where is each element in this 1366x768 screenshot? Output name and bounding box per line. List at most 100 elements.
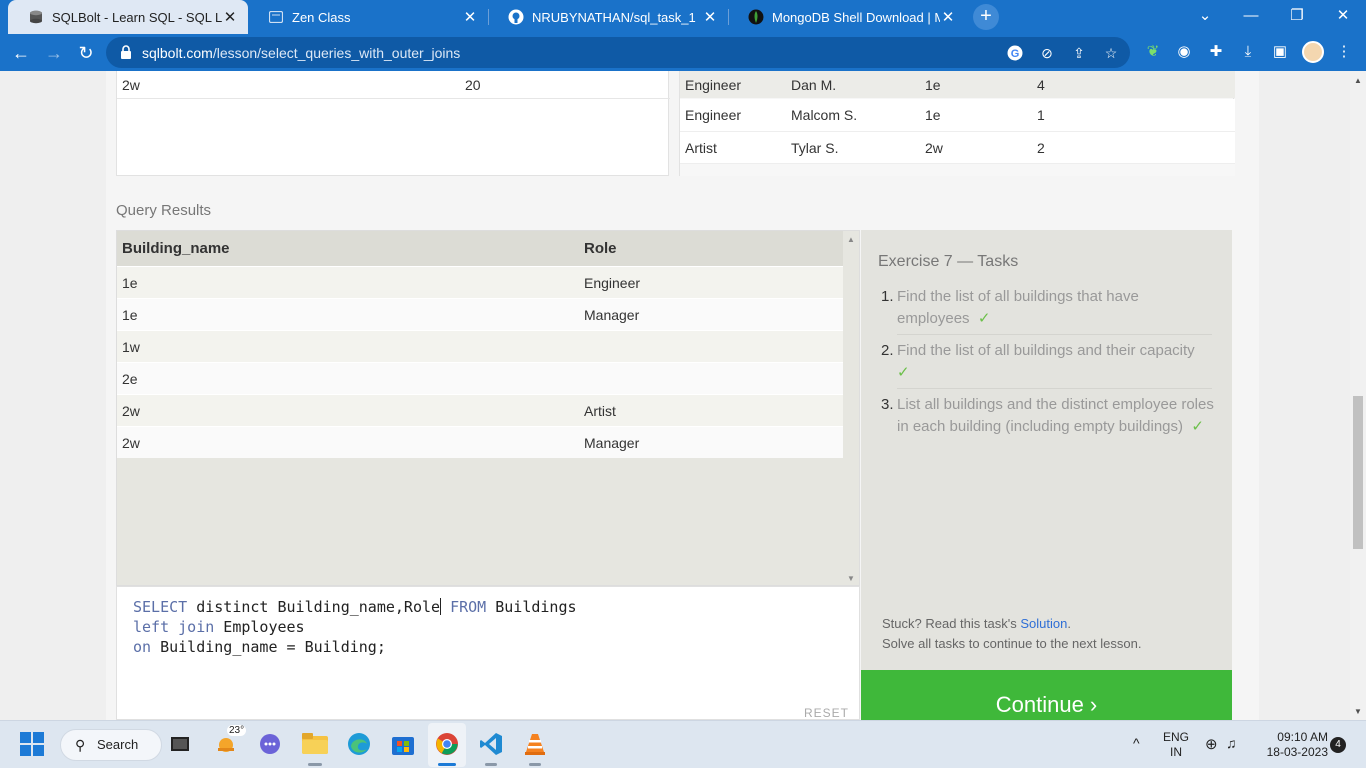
language-region: IN: [1170, 745, 1182, 759]
vscode-icon[interactable]: [478, 731, 504, 757]
cell-capacity: 20: [465, 77, 481, 93]
cell-name: Dan M.: [791, 77, 837, 93]
microsoft-store-icon[interactable]: [390, 731, 416, 757]
windows-start-icon[interactable]: [19, 731, 45, 757]
tab-sqlbolt[interactable]: SQLBolt - Learn SQL - SQL Lesso ✕: [8, 0, 248, 34]
chat-icon[interactable]: [257, 731, 283, 757]
task-text: Find the list of all buildings that have…: [897, 288, 1139, 327]
column-header: Role: [584, 240, 617, 257]
cell-building: 1e: [925, 107, 941, 123]
volume-icon[interactable]: ♫: [1226, 735, 1237, 751]
solution-link[interactable]: Solution: [1020, 616, 1067, 631]
close-window-button[interactable]: ✕: [1320, 0, 1366, 34]
network-globe-icon[interactable]: ⊕: [1205, 735, 1218, 753]
url-text: sqlbolt.com/lesson/select_queries_with_o…: [142, 45, 460, 61]
scroll-down-arrow-icon[interactable]: ▼: [1354, 707, 1362, 716]
cell-building-name: 2w: [122, 403, 140, 419]
task-text: List all buildings and the distinct empl…: [897, 396, 1214, 435]
task-number: 1.: [881, 288, 894, 305]
file-explorer-icon[interactable]: [302, 731, 328, 757]
url-host: sqlbolt.com: [142, 45, 213, 61]
restore-button[interactable]: ❐: [1274, 0, 1320, 34]
tab-close-icon[interactable]: ✕: [940, 8, 956, 26]
download-icon[interactable]: ⤓: [1238, 42, 1258, 62]
reload-icon[interactable]: ↻: [73, 40, 99, 66]
reset-button[interactable]: RESET: [804, 703, 849, 720]
cell-role: Engineer: [584, 275, 641, 291]
vlc-icon[interactable]: [522, 731, 548, 757]
minimize-button[interactable]: —: [1228, 0, 1274, 34]
tray-overflow-chevron-icon[interactable]: ^: [1133, 735, 1140, 751]
chrome-icon[interactable]: [434, 731, 460, 757]
side-panel-icon[interactable]: ▣: [1270, 42, 1290, 62]
table-row: 2w 20: [117, 71, 670, 98]
new-tab-button[interactable]: +: [973, 4, 999, 30]
extension-circle-icon[interactable]: ◉: [1174, 42, 1194, 62]
sqlbolt-icon: [28, 9, 44, 25]
weather-icon[interactable]: 23°: [213, 725, 247, 757]
cell-building: 2w: [925, 140, 943, 156]
tab-title: NRUBYNATHAN/sql_task_1: [532, 9, 696, 25]
google-icon[interactable]: G: [1006, 44, 1024, 62]
profile-avatar[interactable]: [1302, 41, 1324, 63]
scrollbar-thumb[interactable]: [1353, 396, 1363, 549]
back-arrow-icon[interactable]: ←: [8, 40, 34, 66]
table-row: 2w Manager: [117, 426, 844, 458]
scroll-up-arrow-icon[interactable]: ▲: [847, 235, 855, 244]
tab-zen-class[interactable]: Zen Class ✕: [248, 0, 488, 34]
sql-keyword: FROM: [441, 598, 487, 616]
cell-name: Tylar S.: [791, 140, 839, 156]
language-indicator[interactable]: ENG IN: [1160, 730, 1192, 760]
code-line: on Building_name = Building;: [133, 637, 843, 657]
continue-button[interactable]: Continue ›: [861, 670, 1232, 720]
taskbar-search[interactable]: ⚲ Search: [60, 729, 162, 761]
extension-leaf-icon[interactable]: ❦: [1143, 42, 1163, 62]
forward-arrow-icon[interactable]: →: [41, 40, 67, 66]
task-divider: [897, 334, 1212, 335]
code-line: left join Employees: [133, 617, 843, 637]
svg-text:G: G: [1011, 48, 1020, 60]
edge-icon[interactable]: [346, 731, 372, 757]
scroll-down-arrow-icon[interactable]: ▼: [847, 574, 855, 583]
running-indicator: [308, 763, 322, 766]
table-row: Artist Tylar S. 2w 2: [680, 131, 1235, 163]
task-item: 2. Find the list of all buildings and th…: [881, 340, 1214, 384]
notification-badge[interactable]: 4: [1330, 737, 1346, 753]
cell-building-name: 1e: [122, 275, 138, 291]
clock[interactable]: 09:10 AM 18-03-2023: [1258, 730, 1328, 760]
sql-editor[interactable]: SELECT distinct Building_name,Role FROM …: [116, 586, 860, 720]
clock-date: 18-03-2023: [1266, 745, 1328, 759]
query-results-label: Query Results: [116, 202, 212, 219]
task-view-icon[interactable]: [167, 731, 193, 757]
cell-years: 2: [1037, 140, 1045, 156]
tab-github[interactable]: NRUBYNATHAN/sql_task_1 ✕: [488, 0, 728, 34]
cell-role: Manager: [584, 435, 640, 451]
tab-close-icon[interactable]: ✕: [702, 8, 718, 26]
tab-title: SQLBolt - Learn SQL - SQL Lesso: [52, 9, 222, 25]
extensions-puzzle-icon[interactable]: ✚: [1206, 42, 1226, 62]
checkmark-icon: ✓: [977, 310, 991, 327]
tab-title: MongoDB Shell Download | Mon: [772, 9, 940, 25]
cell-years: 1: [1037, 107, 1045, 123]
tab-mongodb[interactable]: MongoDB Shell Download | Mon ✕: [728, 0, 966, 34]
address-bar[interactable]: sqlbolt.com/lesson/select_queries_with_o…: [106, 37, 1130, 68]
share-icon[interactable]: ⇪: [1070, 44, 1088, 62]
tab-close-icon[interactable]: ✕: [462, 8, 478, 26]
code-text: distinct Building_name,Role: [187, 598, 441, 616]
menu-kebab-icon[interactable]: ⋮: [1334, 42, 1354, 62]
language-code: ENG: [1162, 730, 1189, 744]
cell-building: 2w: [122, 77, 140, 93]
tab-close-icon[interactable]: ✕: [222, 8, 238, 26]
task-number: 3.: [881, 396, 894, 413]
scroll-up-arrow-icon[interactable]: ▲: [1354, 76, 1362, 85]
row-divider: [117, 98, 670, 99]
sql-keyword: on: [133, 638, 152, 656]
bookmark-star-icon[interactable]: ☆: [1102, 44, 1120, 62]
code-line: SELECT distinct Building_name,Role FROM …: [133, 597, 843, 617]
cell-role: Manager: [584, 307, 640, 323]
code-text: Buildings: [486, 598, 577, 616]
eye-slash-icon[interactable]: ⊘: [1038, 44, 1056, 62]
results-scrollbar[interactable]: ▲ ▼: [843, 231, 859, 585]
tab-search-dropdown-icon[interactable]: ⌄: [1182, 0, 1228, 34]
page-scrollbar[interactable]: ▲ ▼: [1350, 71, 1366, 720]
